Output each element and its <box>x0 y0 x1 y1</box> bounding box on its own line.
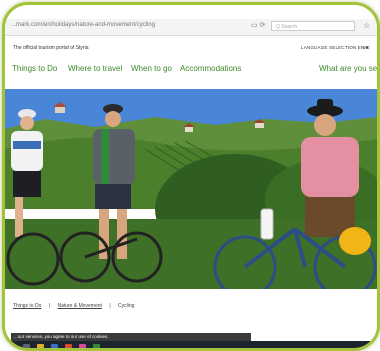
file-explorer-icon[interactable] <box>37 344 44 348</box>
rounded-screen-frame: ...mark.com/en/holidays/nature-and-movem… <box>2 2 380 351</box>
nav-things-to-do[interactable]: Things to Do <box>12 64 57 73</box>
nav-where-to-travel[interactable]: Where to travel <box>68 64 122 73</box>
breadcrumb-item[interactable]: Things to Do <box>13 303 41 309</box>
hero-image-cyclists <box>5 89 377 289</box>
breadcrumb-item: Cycling <box>118 303 135 309</box>
start-icon[interactable] <box>9 344 16 348</box>
nav-search-link[interactable]: What are you searc <box>319 64 377 73</box>
main-navigation: Things to Do Where to travel When to go … <box>5 59 377 81</box>
breadcrumb-separator: | <box>109 303 111 309</box>
app-icon[interactable] <box>79 344 86 348</box>
ie-icon[interactable] <box>51 344 58 348</box>
utility-bar: The official tourism portal of Styria LA… <box>5 41 377 55</box>
bookmark-star-icon[interactable]: ☆ <box>363 21 370 30</box>
app-icon[interactable] <box>65 344 72 348</box>
search-taskbar-icon[interactable] <box>23 344 30 348</box>
browser-address-bar[interactable]: ...mark.com/en/holidays/nature-and-movem… <box>5 19 377 36</box>
url-text[interactable]: ...mark.com/en/holidays/nature-and-movem… <box>11 22 155 28</box>
language-selection[interactable]: LANGUAGE SELECTION EN ▾ <box>301 45 368 51</box>
os-taskbar <box>5 341 377 348</box>
app-icon[interactable] <box>93 344 100 348</box>
breadcrumb-separator: | <box>48 303 51 309</box>
hero-illustration <box>5 89 377 289</box>
reader-icon[interactable]: ▭ ⟳ <box>251 21 265 29</box>
breadcrumb-item[interactable]: Nature & Movement <box>57 303 101 309</box>
nav-accommodations[interactable]: Accommodations <box>180 64 241 73</box>
me-link[interactable]: ME <box>363 45 370 50</box>
portal-label: The official tourism portal of Styria <box>13 45 89 51</box>
cookie-notice[interactable]: ...our services, you agree to our use of… <box>11 333 251 341</box>
breadcrumb: Things to Do | Nature & Movement | Cycli… <box>13 303 140 309</box>
browser-search-input[interactable]: Q Search <box>271 21 355 31</box>
nav-when-to-go[interactable]: When to go <box>131 64 172 73</box>
